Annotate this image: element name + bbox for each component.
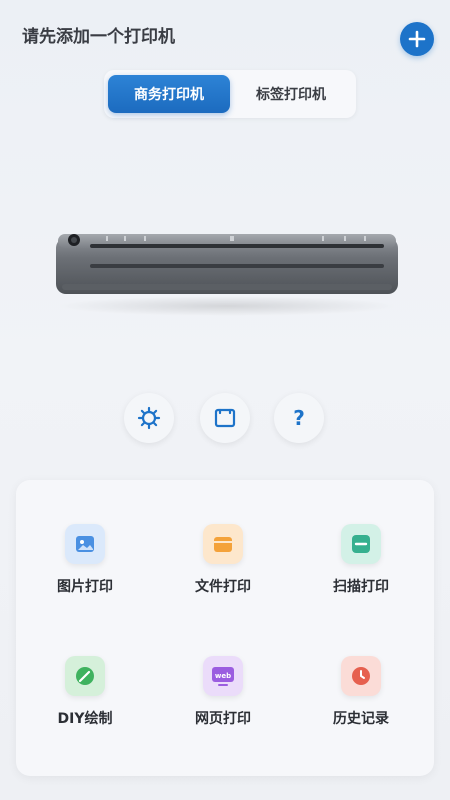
page-title: 请先添加一个打印机 — [22, 27, 175, 47]
web-badge: web — [215, 672, 231, 680]
printer-image — [56, 234, 398, 316]
brush-icon — [65, 656, 105, 696]
diy-draw-label: DIY绘制 — [57, 711, 113, 727]
web-icon: web — [203, 656, 243, 696]
web-print-item[interactable]: web 网页打印 — [168, 656, 278, 746]
image-print-item[interactable]: 图片打印 — [30, 524, 140, 614]
diy-draw-item[interactable]: DIY绘制 — [30, 656, 140, 746]
image-icon — [65, 524, 105, 564]
square-frame-icon — [214, 408, 236, 428]
scan-print-item[interactable]: 扫描打印 — [306, 524, 416, 614]
image-print-label: 图片打印 — [57, 579, 113, 595]
tab-label-printer[interactable]: 标签打印机 — [230, 75, 352, 113]
file-print-item[interactable]: 文件打印 — [168, 524, 278, 614]
folder-icon — [203, 524, 243, 564]
settings-button[interactable] — [124, 393, 174, 443]
clock-icon — [341, 656, 381, 696]
tab-business-printer[interactable]: 商务打印机 — [108, 75, 230, 113]
settings-icon — [137, 406, 161, 430]
scan-icon — [341, 524, 381, 564]
file-print-label: 文件打印 — [195, 579, 251, 595]
scan-print-label: 扫描打印 — [333, 579, 389, 595]
plus-icon — [408, 30, 426, 48]
manual-button[interactable] — [200, 393, 250, 443]
printer-type-switch: 商务打印机 标签打印机 — [104, 70, 356, 118]
add-printer-button[interactable] — [400, 22, 434, 56]
history-item[interactable]: 历史记录 — [306, 656, 416, 746]
web-print-label: 网页打印 — [195, 711, 251, 727]
history-label: 历史记录 — [333, 711, 389, 727]
help-icon: ? — [293, 406, 305, 430]
help-button[interactable]: ? — [274, 393, 324, 443]
